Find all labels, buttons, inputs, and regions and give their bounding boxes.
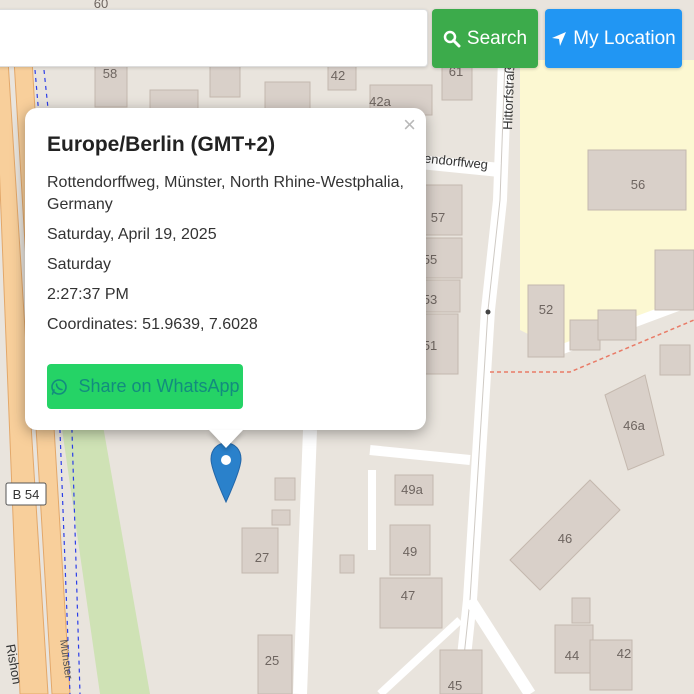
my-location-button[interactable]: My Location: [545, 9, 682, 68]
house-number: 27: [255, 550, 269, 565]
popup-date: Saturday, April 19, 2025: [47, 226, 217, 243]
popup-weekday: Saturday: [47, 256, 112, 273]
timezone-popup: × Europe/Berlin (GMT+2) Rottendorffweg, …: [25, 108, 426, 430]
house-number: 47: [401, 588, 415, 603]
house-number: 42: [617, 646, 631, 661]
search-button-label: Search: [466, 27, 528, 49]
house-number: 25: [265, 653, 279, 668]
my-location-label: My Location: [573, 27, 676, 49]
popup-time: 2:27:37 PM: [47, 286, 129, 303]
road-shield-label: B 54: [13, 487, 40, 502]
popup-close-button[interactable]: ×: [403, 114, 416, 136]
share-whatsapp-button[interactable]: Share on WhatsApp: [47, 364, 243, 409]
house-number: 49: [403, 544, 417, 559]
location-arrow-icon: [552, 31, 567, 46]
popup-coordinates: Coordinates: 51.9639, 7.6028: [47, 316, 258, 333]
house-number: 52: [539, 302, 553, 317]
search-input[interactable]: [0, 9, 428, 67]
popup-tip: [209, 430, 243, 448]
whatsapp-icon: [51, 378, 68, 395]
share-whatsapp-label: Share on WhatsApp: [78, 376, 240, 396]
house-number: 57: [431, 210, 445, 225]
house-number: 46: [558, 531, 572, 546]
house-number: 56: [631, 177, 645, 192]
popup-title: Europe/Berlin (GMT+2): [47, 133, 276, 156]
search-bar: Search My Location: [0, 0, 694, 70]
search-icon: [443, 30, 461, 47]
search-button[interactable]: Search: [432, 9, 538, 68]
house-number: 49a: [401, 482, 423, 497]
house-number: 45: [448, 678, 462, 693]
house-number: 42a: [369, 94, 391, 109]
house-number: 42: [331, 68, 345, 83]
house-number: 46a: [623, 418, 645, 433]
map-marker-icon[interactable]: [209, 442, 243, 504]
house-number: 44: [565, 648, 579, 663]
popup-address: Rottendorffweg, Münster, North Rhine-Wes…: [47, 174, 404, 213]
